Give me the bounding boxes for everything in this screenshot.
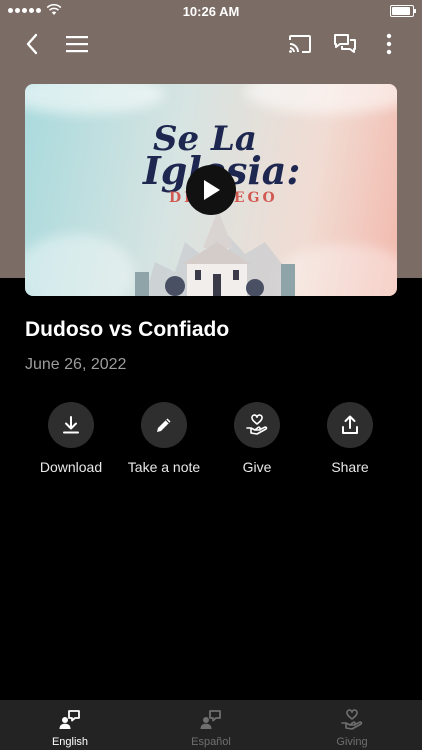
tab-english[interactable]: English [0,700,140,750]
nav-bar [0,28,422,60]
cast-button[interactable] [284,28,316,60]
take-note-label: Take a note [127,459,201,475]
chat-button[interactable] [329,28,361,60]
share-label: Share [331,459,369,475]
download-icon [63,416,79,434]
play-button[interactable] [186,165,236,215]
tab-english-label: English [51,736,89,748]
video-thumbnail[interactable]: Se La Iglesia: DE FUEGO [25,84,397,296]
more-vertical-icon [386,33,392,55]
chevron-left-icon [26,33,38,55]
download-label: Download [39,459,103,475]
bottom-tab-bar: English Español Giving [0,700,422,750]
give-label: Give [242,459,272,475]
share-icon [342,415,358,434]
chat-bubbles-icon [334,34,356,53]
hamburger-icon [66,36,88,53]
sermon-date: June 26, 2022 [25,356,127,373]
translate-icon [200,710,221,729]
church-illustration [135,202,295,296]
play-icon [204,180,220,200]
menu-button[interactable] [61,28,93,60]
translate-icon [59,710,80,729]
sermon-title: Dudoso vs Confiado [25,318,230,341]
share-button[interactable]: Share [300,402,400,475]
give-button[interactable]: Give [207,402,307,475]
battery-icon [390,5,416,17]
status-bar: 10:26 AM [0,0,422,22]
tab-espanol[interactable]: Español [141,700,281,750]
more-options-button[interactable] [373,28,405,60]
download-button[interactable]: Download [21,402,121,475]
pencil-icon [157,418,171,432]
take-note-button[interactable]: Take a note [114,402,214,475]
status-time: 10:26 AM [182,4,240,19]
tab-giving[interactable]: Giving [282,700,422,750]
tab-giving-label: Giving [336,736,368,748]
heart-hand-icon [341,709,363,730]
tab-espanol-label: Español [191,736,231,748]
back-button[interactable] [16,28,48,60]
heart-hand-icon [246,414,268,435]
cast-icon [289,35,311,53]
